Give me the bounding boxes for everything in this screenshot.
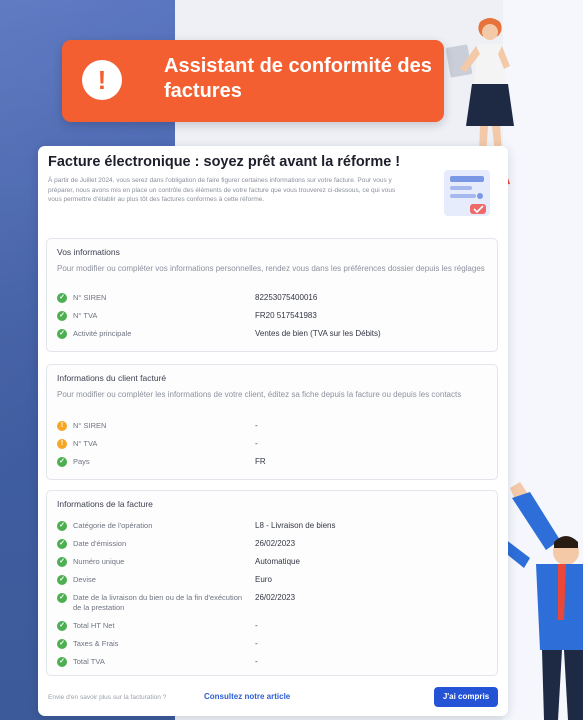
invoice-row-devise: ✓ Devise Euro xyxy=(57,573,497,587)
row-value: 26/02/2023 xyxy=(255,593,296,602)
client-row-siren: ! N° SIREN - xyxy=(57,419,497,433)
invoice-check-illustration xyxy=(444,170,490,216)
invoice-row-date-emission: ✓ Date d'émission 26/02/2023 xyxy=(57,537,497,551)
card-title: Facture électronique : soyez prêt avant … xyxy=(48,154,401,170)
row-label: Taxes & Frais xyxy=(73,639,119,648)
row-value: FR20 517541983 xyxy=(255,311,317,320)
invoice-row-date-livraison: ✓ Date de la livraison du bien ou de la … xyxy=(57,591,497,615)
card-intro: À partir de Juillet 2024, vous serez dan… xyxy=(48,177,396,203)
row-label: Devise xyxy=(73,575,96,584)
compliance-card: Facture électronique : soyez prêt avant … xyxy=(38,146,508,716)
row-label: Date de la livraison du bien ou de la fi… xyxy=(73,593,243,612)
check-icon: ✓ xyxy=(57,657,67,667)
row-value: L8 - Livraison de biens xyxy=(255,521,336,530)
row-value: - xyxy=(255,639,258,648)
check-icon: ✓ xyxy=(57,329,67,339)
section-title: Vos informations xyxy=(57,247,120,257)
check-icon: ✓ xyxy=(57,593,67,603)
check-icon: ✓ xyxy=(57,621,67,631)
invoice-row-total-ht: ✓ Total HT Net - xyxy=(57,619,497,633)
exclamation-icon: ! xyxy=(82,60,122,100)
row-label: Catégorie de l'opération xyxy=(73,521,153,530)
warning-icon: ! xyxy=(57,439,67,449)
client-row-pays: ✓ Pays FR xyxy=(57,455,497,469)
row-value: Euro xyxy=(255,575,272,584)
check-icon: ✓ xyxy=(57,639,67,649)
info-row-tva: ✓ N° TVA FR20 517541983 xyxy=(57,309,497,323)
section-description: Pour modifier ou compléter vos informati… xyxy=(57,264,485,273)
row-value: FR xyxy=(255,457,266,466)
banner-title: Assistant de conformité des factures xyxy=(164,55,432,102)
row-label: Activité principale xyxy=(73,329,132,338)
check-icon: ✓ xyxy=(57,575,67,585)
row-label: Total TVA xyxy=(73,657,105,666)
understood-button[interactable]: J'ai compris xyxy=(434,687,498,707)
row-label: Numéro unique xyxy=(73,557,125,566)
row-value: - xyxy=(255,421,258,430)
article-link[interactable]: Consultez notre article xyxy=(204,692,290,701)
row-label: Total HT Net xyxy=(73,621,115,630)
section-title: Informations du client facturé xyxy=(57,373,167,383)
row-label: N° SIREN xyxy=(73,293,107,302)
row-value: - xyxy=(255,621,258,630)
row-value: 82253075400016 xyxy=(255,293,318,302)
check-icon: ✓ xyxy=(57,521,67,531)
warning-icon: ! xyxy=(57,421,67,431)
section-facture: Informations de la facture ✓ Catégorie d… xyxy=(46,490,498,676)
row-label: Pays xyxy=(73,457,90,466)
check-icon: ✓ xyxy=(57,311,67,321)
row-label: N° SIREN xyxy=(73,421,107,430)
check-icon: ✓ xyxy=(57,539,67,549)
check-icon: ✓ xyxy=(57,557,67,567)
info-row-activite: ✓ Activité principale Ventes de bien (TV… xyxy=(57,327,497,341)
row-label: Date d'émission xyxy=(73,539,127,548)
invoice-row-categorie: ✓ Catégorie de l'opération L8 - Livraiso… xyxy=(57,519,497,533)
row-value: 26/02/2023 xyxy=(255,539,296,548)
row-label: N° TVA xyxy=(73,439,98,448)
section-client: Informations du client facturé Pour modi… xyxy=(46,364,498,480)
footer-text: Envie d'en savoir plus sur la facturatio… xyxy=(48,694,167,701)
section-description: Pour modifier ou compléter les informati… xyxy=(57,390,462,399)
assistant-banner: ! Assistant de conformité des factures xyxy=(62,40,444,122)
row-value: - xyxy=(255,657,258,666)
invoice-row-taxes: ✓ Taxes & Frais - xyxy=(57,637,497,651)
row-label: N° TVA xyxy=(73,311,98,320)
check-icon: ✓ xyxy=(57,457,67,467)
section-vos-informations: Vos informations Pour modifier ou complé… xyxy=(46,238,498,352)
check-icon: ✓ xyxy=(57,293,67,303)
client-row-tva: ! N° TVA - xyxy=(57,437,497,451)
row-value: - xyxy=(255,439,258,448)
info-row-siren: ✓ N° SIREN 82253075400016 xyxy=(57,291,497,305)
invoice-row-numero: ✓ Numéro unique Automatique xyxy=(57,555,497,569)
row-value: Ventes de bien (TVA sur les Débits) xyxy=(255,329,381,338)
row-value: Automatique xyxy=(255,557,300,566)
invoice-row-total-tva: ✓ Total TVA - xyxy=(57,655,497,669)
section-title: Informations de la facture xyxy=(57,499,153,509)
